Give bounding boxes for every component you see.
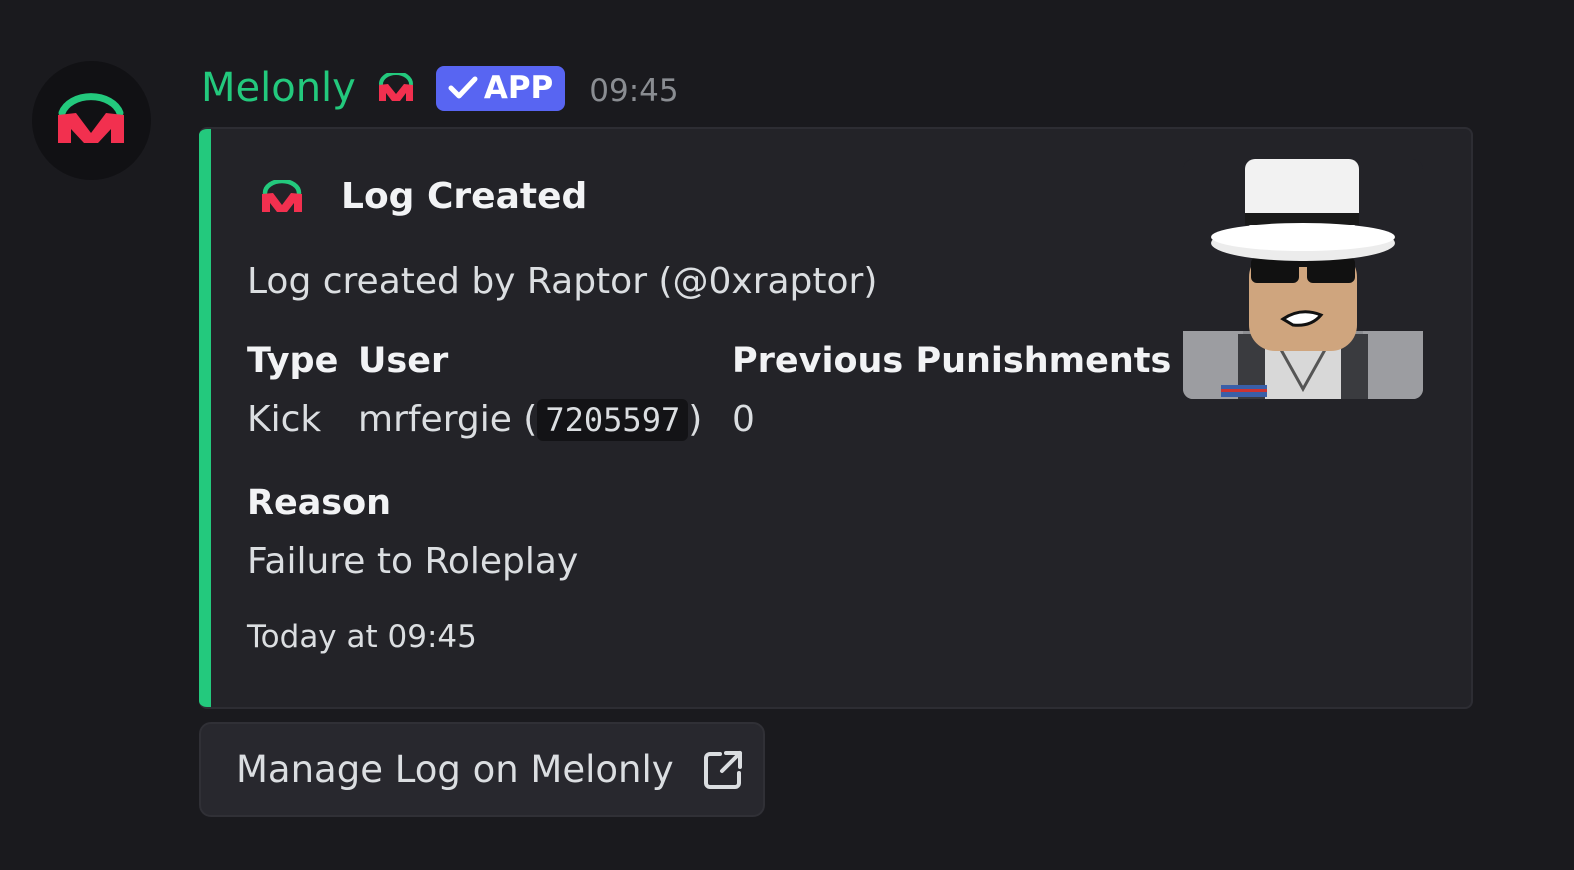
message-timestamp[interactable]: 09:45 (589, 73, 678, 109)
embed-thumbnail[interactable] (1183, 159, 1423, 399)
username[interactable]: Melonly (201, 62, 356, 114)
field-type-value: Kick (247, 399, 322, 440)
field-reason-name: Reason (247, 483, 392, 523)
embed-card: Log Created Log created by Raptor (@0xra… (199, 127, 1473, 709)
field-user-value: mrfergie (7205597) (358, 399, 703, 441)
checkmark-icon (448, 76, 478, 99)
melonly-logo-icon (58, 93, 124, 143)
manage-log-button[interactable]: Manage Log on Melonly (199, 722, 765, 817)
field-previous-punishments-name: Previous Punishments (732, 341, 1172, 381)
melonly-author-icon (262, 179, 302, 212)
embed-author-name: Log Created (341, 176, 588, 217)
field-previous-punishments-value: 0 (732, 399, 755, 440)
embed-description: Log created by Raptor (@0xraptor) (247, 261, 878, 302)
field-user-name: User (358, 341, 449, 381)
verified-app-badge: APP (435, 65, 566, 111)
melonly-role-icon[interactable] (378, 73, 414, 103)
embed-author: Log Created (261, 176, 587, 217)
app-badge-label: APP (483, 70, 554, 106)
bot-avatar[interactable] (32, 61, 151, 180)
external-link-icon (703, 750, 742, 789)
embed-accent-bar (199, 129, 211, 707)
embed-footer-timestamp: Today at 09:45 (247, 619, 477, 655)
roblox-avatar-image (1183, 159, 1423, 399)
field-reason-value: Failure to Roleplay (247, 541, 579, 582)
user-name-text: mrfergie ( (358, 399, 538, 440)
user-value-suffix: ) (688, 399, 703, 440)
field-type-name: Type (247, 341, 339, 381)
manage-log-button-label: Manage Log on Melonly (236, 748, 674, 791)
user-id-code: 7205597 (537, 399, 689, 441)
message-header: Melonly APP 09:45 (201, 62, 679, 114)
